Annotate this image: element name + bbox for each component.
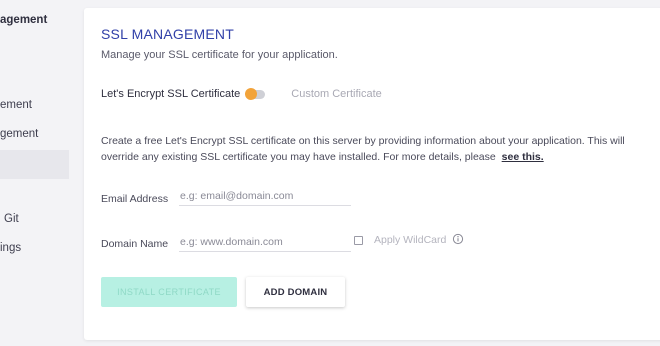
- sidebar-item-management-2[interactable]: gement: [0, 128, 69, 140]
- certificate-type-toggle-row: Let's Encrypt SSL Certificate Custom Cer…: [101, 87, 382, 100]
- lets-encrypt-label[interactable]: Let's Encrypt SSL Certificate: [101, 88, 240, 100]
- sidebar-item-ssl-active[interactable]: [0, 150, 69, 179]
- page-subtitle: Manage your SSL certificate for your app…: [101, 49, 338, 61]
- add-domain-button[interactable]: ADD DOMAIN: [246, 277, 345, 307]
- ssl-description: Create a free Let's Encrypt SSL certific…: [101, 133, 641, 165]
- ssl-management-card: SSL MANAGEMENT Manage your SSL certifica…: [84, 8, 660, 340]
- certificate-type-toggle[interactable]: [245, 87, 266, 100]
- sidebar-item-title[interactable]: agement: [0, 14, 69, 26]
- wildcard-label[interactable]: Apply WildCard: [374, 234, 446, 246]
- sidebar: agement ement gement Git ings: [0, 0, 72, 346]
- info-circle-icon[interactable]: [452, 232, 464, 245]
- page-title: SSL MANAGEMENT: [101, 26, 234, 42]
- email-field[interactable]: [179, 186, 351, 206]
- description-text: Create a free Let's Encrypt SSL certific…: [101, 135, 625, 163]
- wildcard-checkbox[interactable]: [354, 236, 363, 245]
- email-label: Email Address: [101, 193, 169, 205]
- custom-certificate-label[interactable]: Custom Certificate: [291, 88, 381, 100]
- domain-label: Domain Name: [101, 238, 169, 250]
- sidebar-item-git[interactable]: Git: [4, 213, 73, 225]
- domain-field[interactable]: [179, 232, 351, 252]
- sidebar-item-management[interactable]: ement: [0, 99, 69, 111]
- toggle-knob[interactable]: [245, 87, 258, 100]
- see-this-link[interactable]: see this.: [502, 151, 544, 163]
- install-certificate-button[interactable]: INSTALL CERTIFICATE: [101, 277, 237, 307]
- sidebar-item-settings[interactable]: ings: [0, 242, 69, 254]
